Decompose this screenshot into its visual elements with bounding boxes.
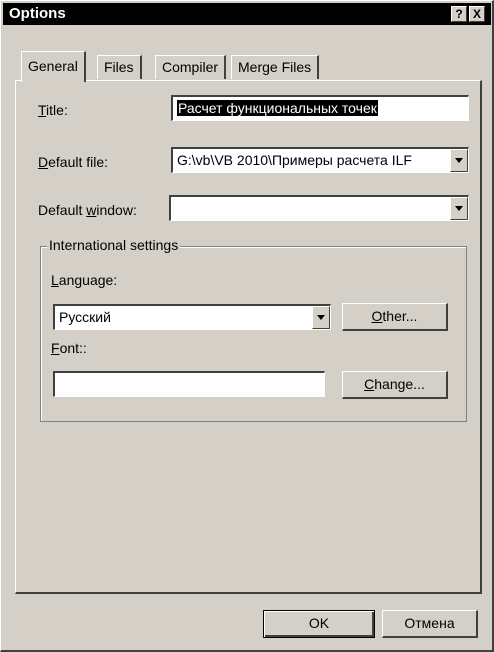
- tab-compiler[interactable]: Compiler: [155, 55, 227, 79]
- font-input[interactable]: [53, 371, 325, 397]
- title-input-value: Расчет функциональных точек: [177, 100, 378, 116]
- cancel-button[interactable]: Отмена: [382, 610, 478, 638]
- title-bar[interactable]: Options ? X: [3, 3, 491, 25]
- tab-files[interactable]: Files: [97, 55, 142, 79]
- language-combo[interactable]: Русский: [53, 304, 331, 330]
- default-window-label: Default window:: [38, 202, 137, 218]
- default-window-combo[interactable]: [169, 195, 469, 221]
- close-button[interactable]: X: [469, 6, 485, 22]
- tab-general[interactable]: General: [21, 51, 86, 82]
- international-settings-group: International settings Language: Русский…: [40, 237, 467, 422]
- title-input[interactable]: Расчет функциональных точек: [171, 95, 469, 121]
- tab-strip: General Files Compiler Merge Files: [15, 51, 485, 82]
- default-file-dropdown-arrow-icon[interactable]: [450, 149, 468, 172]
- help-button[interactable]: ?: [451, 6, 467, 22]
- options-dialog: Options ? X General Files Compiler Merge…: [0, 0, 494, 652]
- change-button[interactable]: Change...: [342, 371, 448, 399]
- international-settings-legend: International settings: [47, 237, 181, 253]
- other-button[interactable]: Other...: [342, 303, 448, 331]
- tab-merge-files[interactable]: Merge Files: [231, 55, 320, 79]
- default-window-dropdown-arrow-icon[interactable]: [450, 197, 468, 220]
- default-file-combo[interactable]: G:\vb\VB 2010\Примеры расчета ILF: [171, 147, 469, 173]
- language-value: Русский: [59, 309, 111, 325]
- default-file-label: Default file:: [38, 154, 109, 170]
- font-label: Font::: [51, 340, 87, 356]
- title-label: Title:: [38, 102, 68, 118]
- ok-button[interactable]: OK: [263, 610, 375, 638]
- default-file-value: G:\vb\VB 2010\Примеры расчета ILF: [177, 152, 412, 168]
- language-label: Language:: [51, 272, 118, 288]
- language-dropdown-arrow-icon[interactable]: [312, 306, 330, 329]
- tab-panel-general: Title: Расчет функциональных точек Defau…: [15, 80, 482, 594]
- dialog-title: Options: [9, 5, 66, 22]
